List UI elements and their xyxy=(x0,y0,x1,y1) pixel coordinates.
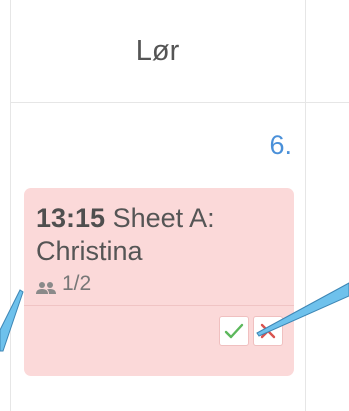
event-card[interactable]: 13:15 Sheet A: Christina 1/2 xyxy=(24,188,294,376)
grid-line-right xyxy=(305,0,306,411)
event-title-line: 13:15 Sheet A: Christina xyxy=(36,202,282,268)
calendar-week-view: Lør 6. 13:15 Sheet A: Christina 1/2 xyxy=(0,0,349,411)
left-callout-arrow xyxy=(0,289,24,352)
event-attendees: 1/2 xyxy=(36,272,282,296)
accept-button[interactable] xyxy=(219,316,249,346)
card-divider xyxy=(24,305,294,306)
checkmark-icon xyxy=(224,323,244,339)
event-time: 13:15 xyxy=(36,203,106,233)
day-header-saturday[interactable]: Lør xyxy=(10,0,305,102)
people-icon xyxy=(36,277,56,294)
reject-button[interactable] xyxy=(253,316,283,346)
attendee-count: 1/2 xyxy=(62,272,92,295)
close-icon xyxy=(260,323,276,339)
header-divider xyxy=(10,102,349,103)
day-number-link[interactable]: 6. xyxy=(269,130,292,161)
